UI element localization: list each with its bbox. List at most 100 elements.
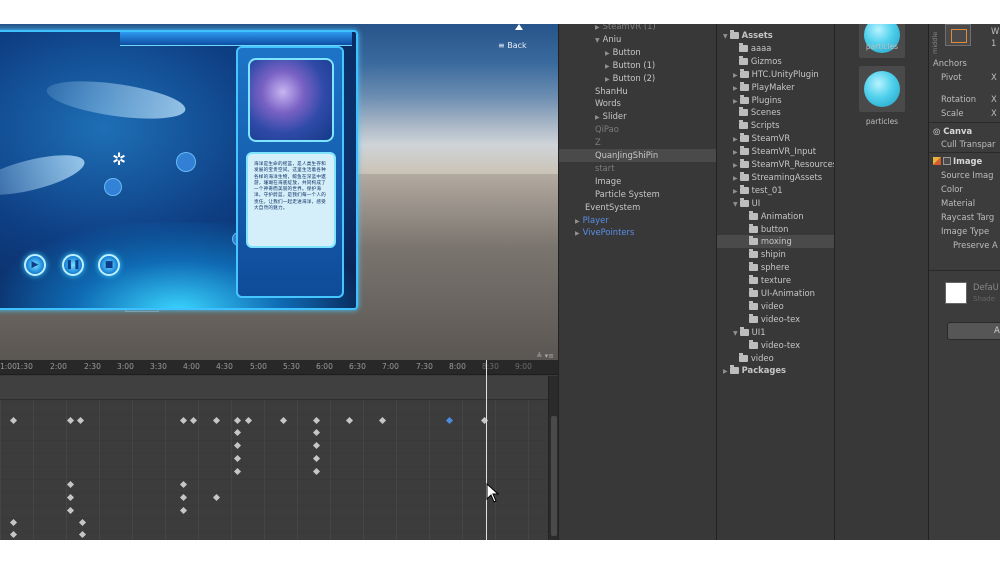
scene-gizmo-icon[interactable] (515, 24, 523, 30)
expand-arrow-icon[interactable]: ▼ (733, 330, 738, 337)
timeline-playhead[interactable] (486, 360, 487, 540)
stop-button[interactable]: ■ (98, 254, 120, 276)
project-folder-item[interactable]: ▶ SteamVR (717, 132, 835, 145)
anchors-foldout[interactable]: Anchors (933, 58, 967, 68)
collapse-arrow-icon[interactable]: ▶ (605, 63, 610, 70)
hierarchy-item[interactable]: ▶ Button (1) (559, 59, 717, 72)
play-button[interactable]: ▶ (24, 254, 46, 276)
collapse-arrow-icon[interactable]: ▶ (595, 114, 600, 121)
enabled-checkbox[interactable] (943, 157, 951, 165)
project-folder-item[interactable]: aaaa (717, 42, 835, 55)
collapse-arrow-icon[interactable]: ▶ (733, 72, 738, 79)
add-component-button[interactable]: A (947, 322, 1000, 340)
project-folder-item[interactable]: moxing (717, 235, 835, 249)
scale-x-label[interactable]: X (991, 108, 997, 118)
hierarchy-item[interactable]: Particle System (559, 188, 717, 201)
project-folder-tree[interactable]: ▼ Assets aaaa Gizmos ▶ HTC.UnityPlugin ▶ Play… (716, 24, 835, 540)
expand-arrow-icon[interactable]: ▼ (723, 33, 728, 40)
project-folder-item[interactable]: ▶ test_01 (717, 184, 835, 197)
hierarchy-item[interactable]: ▶ Player (559, 214, 717, 227)
hierarchy-item[interactable]: Image (559, 175, 717, 188)
pause-button[interactable]: ❚❚ (62, 254, 84, 276)
hierarchy-panel[interactable]: ▶ SteamVR (1) ▼ Aniu ▶ Button ▶ Button (1) ▶ Butt… (558, 24, 717, 540)
collapse-arrow-icon[interactable]: ▶ (605, 76, 610, 83)
collapse-arrow-icon[interactable]: ▶ (733, 175, 738, 182)
hierarchy-item[interactable]: ▶ Button (559, 46, 717, 59)
project-folder-item[interactable]: ▶ Packages (717, 364, 835, 377)
hierarchy-item[interactable]: Words (559, 97, 717, 110)
project-folder-item[interactable]: Scenes (717, 106, 835, 119)
dopesheet-summary-row[interactable] (0, 376, 548, 400)
collapse-arrow-icon[interactable]: ▶ (733, 136, 738, 143)
project-folder-item[interactable]: Gizmos (717, 55, 835, 68)
collapse-arrow-icon[interactable]: ▶ (723, 368, 728, 375)
collapse-arrow-icon[interactable]: ▶ (605, 50, 610, 57)
asset-item[interactable] (859, 66, 905, 112)
hierarchy-item[interactable]: start (559, 162, 717, 175)
collapse-arrow-icon[interactable]: ▶ (733, 85, 738, 92)
folder-icon (738, 42, 748, 52)
timeline-ruler[interactable]: 1:00 1:30 2:00 2:30 3:00 3:30 4:00 4:30 … (0, 360, 558, 375)
project-folder-item[interactable]: ▶ Plugins (717, 94, 835, 107)
hierarchy-item-label: SteamVR (1) (602, 24, 656, 31)
inspector-panel[interactable]: middle W 1 Anchors Pivot X Rotation X Sc… (928, 24, 1000, 540)
hierarchy-item[interactable]: ▶ SteamVR (1) (559, 24, 717, 33)
hierarchy-item[interactable]: ShanHu (559, 85, 717, 98)
collapse-arrow-icon[interactable]: ▶ (733, 98, 738, 105)
hierarchy-item[interactable]: QuanJingShiPin (559, 149, 717, 162)
project-folder-item[interactable]: ▶ StreamingAssets (717, 171, 835, 184)
project-folder-item[interactable]: ▶ SteamVR_Input (717, 145, 835, 158)
project-folder-item[interactable]: video (717, 352, 835, 365)
collapse-arrow-icon[interactable]: ▶ (733, 162, 738, 169)
dopesheet-grid[interactable] (0, 376, 548, 540)
project-folder-item[interactable]: UI-Animation (717, 287, 835, 300)
folder-icon (748, 262, 758, 272)
project-folder-item[interactable]: video (717, 300, 835, 313)
collapse-arrow-icon[interactable]: ▶ (733, 188, 738, 195)
project-folder-item[interactable]: Animation (717, 210, 835, 223)
anchor-preset-button[interactable] (945, 24, 971, 46)
collapse-arrow-icon[interactable]: ▶ (575, 230, 580, 237)
pivot-x-label[interactable]: X (991, 72, 997, 82)
hierarchy-item[interactable]: ▶ Slider (559, 110, 717, 123)
project-folder-item[interactable]: video-tex (717, 313, 835, 326)
collapse-arrow-icon[interactable]: ▶ (595, 24, 600, 31)
scale-label: Scale (941, 108, 964, 118)
project-folder-item[interactable]: ▶ HTC.UnityPlugin (717, 68, 835, 81)
hierarchy-item[interactable]: ▶ Button (2) (559, 72, 717, 85)
hierarchy-item[interactable]: ▼ Aniu (559, 33, 717, 46)
timeline-scrollbar[interactable] (548, 376, 558, 540)
project-folder-item[interactable]: button (717, 223, 835, 236)
collapse-arrow-icon[interactable]: ▶ (575, 218, 580, 225)
project-folder-item[interactable]: ▼ Assets (717, 29, 835, 42)
hierarchy-item[interactable]: QiPao (559, 123, 717, 136)
project-folder-item[interactable]: video-tex (717, 339, 835, 352)
project-folder-item[interactable]: ▶ SteamVR_Resources (717, 158, 835, 171)
scene-back-label[interactable]: ≡ Back (498, 41, 527, 50)
hierarchy-item[interactable]: EventSystem (559, 201, 717, 214)
project-folder-item[interactable]: ▼ UI1 (717, 326, 835, 339)
project-folder-item[interactable]: sphere (717, 261, 835, 274)
project-folder-item[interactable]: ▼ UI (717, 197, 835, 210)
project-folder-item[interactable]: shipin (717, 248, 835, 261)
project-folder-item[interactable]: texture (717, 274, 835, 287)
scrollbar-thumb[interactable] (551, 416, 557, 536)
material-preview[interactable] (945, 282, 967, 304)
transform-gizmo-icon[interactable]: ✲ (112, 150, 126, 170)
timeline-options-icon[interactable]: ≜ ▾≡ (537, 352, 554, 360)
canvas-renderer-header[interactable]: ◎ Canva (933, 126, 972, 136)
project-assets-grid[interactable]: particles particles (834, 24, 928, 540)
collapse-arrow-icon[interactable]: ▶ (733, 149, 738, 156)
expand-arrow-icon[interactable]: ▼ (595, 37, 600, 44)
hierarchy-item[interactable]: Z (559, 136, 717, 149)
asset-item[interactable] (859, 24, 905, 58)
project-folder-item[interactable]: Scripts (717, 119, 835, 132)
expand-arrow-icon[interactable]: ▼ (733, 201, 738, 208)
image-component-header[interactable]: Image (933, 156, 982, 166)
hierarchy-item[interactable]: ▶ VivePointers (559, 226, 717, 239)
animation-timeline[interactable]: ≜ ▾≡ 1:00 1:30 2:00 2:30 3:00 3:30 4:00 … (0, 352, 558, 540)
project-folder-item[interactable]: ▶ PlayMaker (717, 81, 835, 94)
rotation-x-label[interactable]: X (991, 94, 997, 104)
scene-view[interactable]: ≡ Back ✲ ▶ ❚❚ ■ 海洋是生命的摇篮，是人类生存和发展的宝贵空间。这… (0, 24, 558, 360)
ocean-ui-panel[interactable]: ✲ ▶ ❚❚ ■ 海洋是生命的摇篮，是人类生存和发展的宝贵空间。这里生活着各种各… (0, 30, 358, 310)
